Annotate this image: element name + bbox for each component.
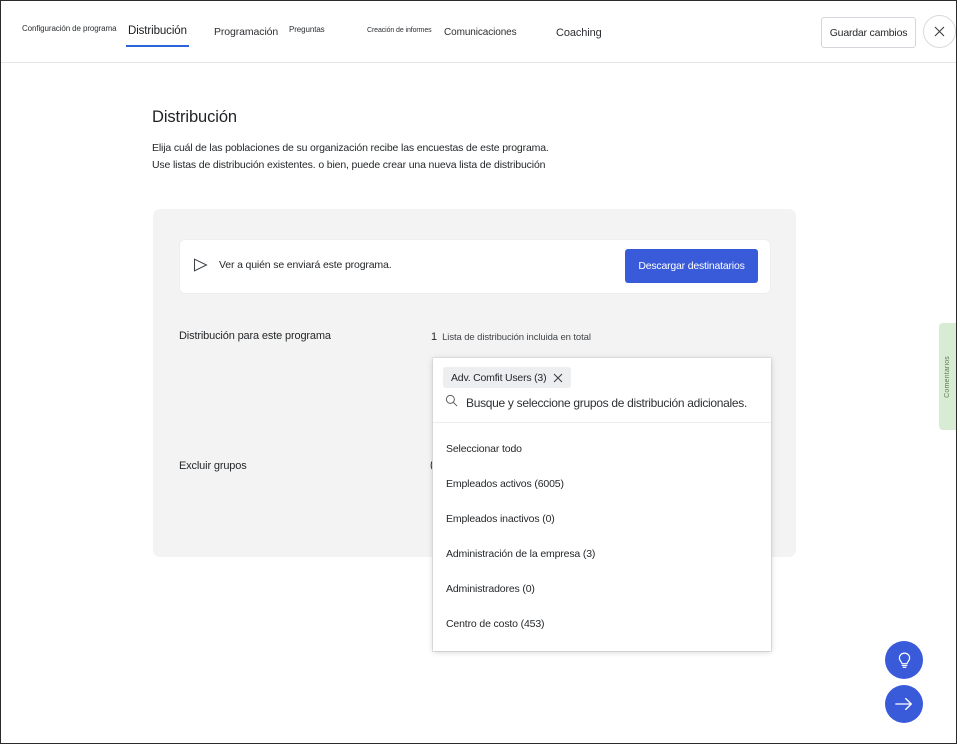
page-title: Distribución [152,108,237,127]
chip-remove-icon[interactable] [553,373,563,383]
distribution-group-combobox[interactable]: Adv. Comfit Users (3) Busque y seleccion… [433,358,771,651]
distribution-count-number: 1 [431,331,437,343]
next-button[interactable] [885,685,923,723]
tab-configuracion-de-programa[interactable]: Configuración de programa [22,24,116,33]
combobox-field[interactable]: Adv. Comfit Users (3) Busque y seleccion… [433,358,771,422]
arrow-right-icon [894,696,914,712]
send-icon [193,258,209,277]
distribution-count-label: Lista de distribución incluida en total [442,332,591,343]
exclude-groups-label: Excluir grupos [179,460,247,472]
selected-group-chip[interactable]: Adv. Comfit Users (3) [443,367,571,388]
tab-distribucion[interactable]: Distribución [128,25,187,37]
dropdown-option-inactive-employees[interactable]: Empleados inactivos (0) [433,501,771,536]
tab-active-underline [126,45,189,47]
chip-label: Adv. Comfit Users (3) [451,372,546,384]
group-options-dropdown[interactable]: Seleccionar todo Empleados activos (6005… [433,422,771,651]
tab-coaching[interactable]: Coaching [556,27,602,39]
close-button[interactable] [923,15,956,48]
close-icon [933,25,946,38]
tab-preguntas[interactable]: Preguntas [289,25,325,34]
dropdown-option-administrators[interactable]: Administradores (0) [433,571,771,606]
feedback-tab-label: Comentarios [944,356,951,398]
search-icon [445,394,458,412]
lightbulb-icon [896,651,913,670]
dropdown-option-select-all[interactable]: Seleccionar todo [433,431,771,466]
dropdown-option-company-administration[interactable]: Administración de la empresa (3) [433,536,771,571]
app-window: Configuración de programa Distribución P… [0,0,957,744]
dropdown-option-cost-center[interactable]: Centro de costo (453) [433,606,771,641]
distribution-count-row: 1 Lista de distribución incluida en tota… [431,331,591,343]
feedback-side-tab[interactable]: Comentarios [939,323,956,430]
download-recipients-button[interactable]: Descargar destinatarios [625,249,758,283]
tab-creacion-de-informes[interactable]: Creación de informes [367,27,432,34]
tab-comunicaciones[interactable]: Comunicaciones [444,27,517,38]
distribution-for-program-label: Distribución para este programa [179,330,331,342]
recipients-info-card: Ver a quién se enviará este programa. De… [180,240,770,293]
top-navigation-bar: Configuración de programa Distribución P… [1,1,957,63]
group-search-placeholder: Busque y seleccione grupos de distribuci… [466,396,747,410]
save-changes-button[interactable]: Guardar cambios [821,17,916,48]
tab-programacion[interactable]: Programación [214,26,278,38]
help-lightbulb-button[interactable] [885,641,923,679]
group-search-input[interactable]: Busque y seleccione grupos de distribuci… [445,394,747,412]
page-description: Elija cuál de las poblaciones de su orga… [152,140,549,174]
dropdown-option-active-employees[interactable]: Empleados activos (6005) [433,466,771,501]
recipients-info-text: Ver a quién se enviará este programa. [219,259,391,271]
